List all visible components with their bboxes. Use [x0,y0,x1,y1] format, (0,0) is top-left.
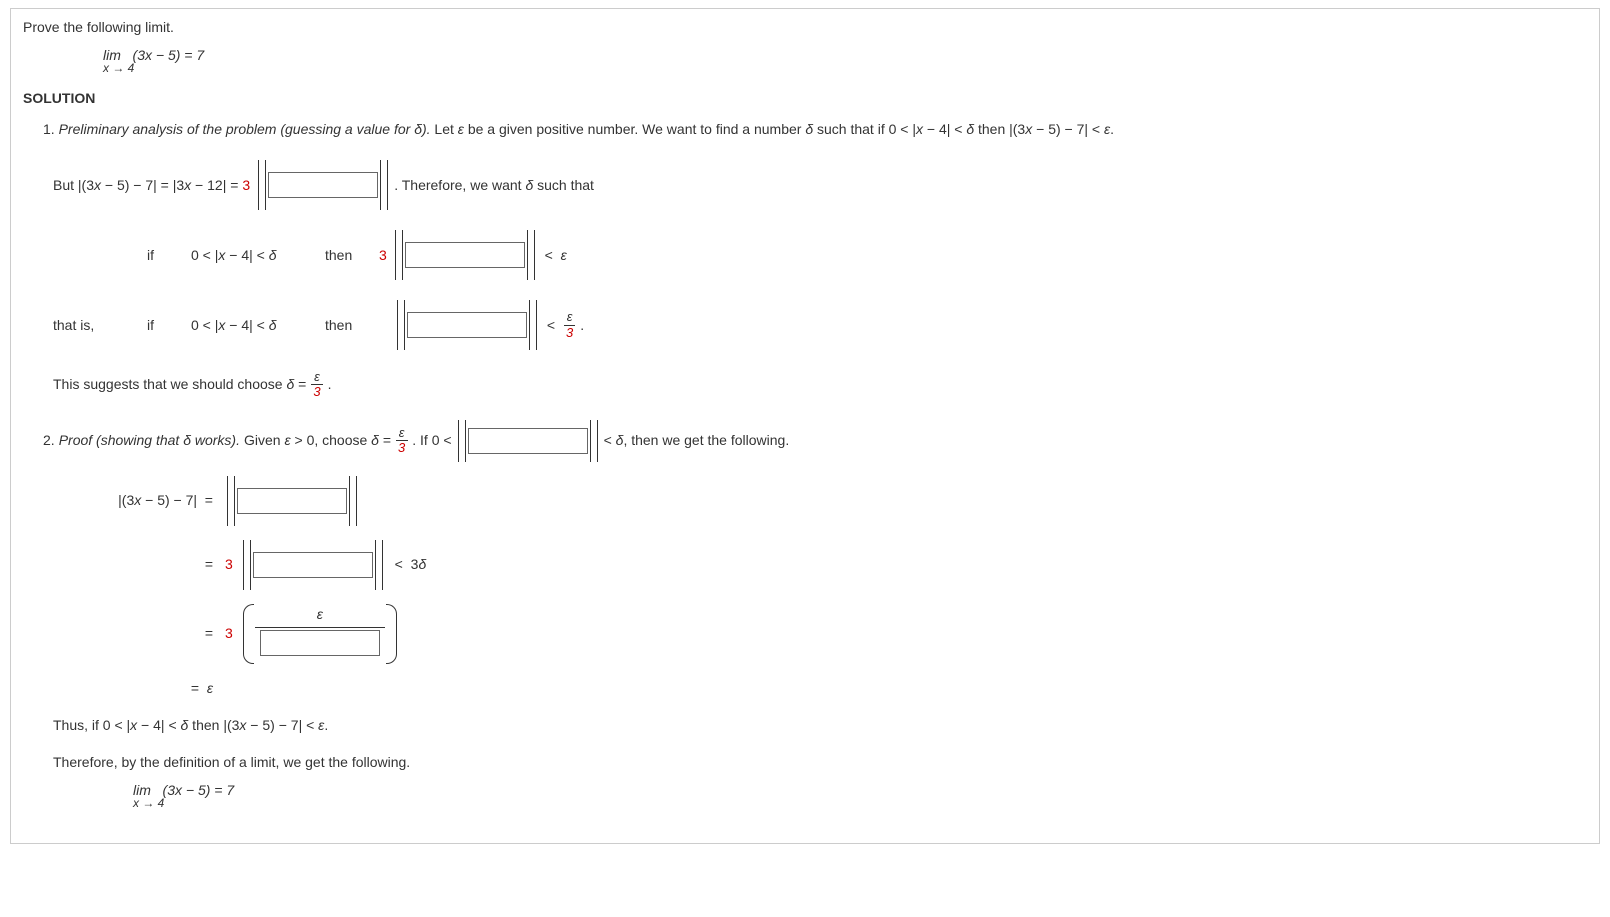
step-1-text-a: Let ε be a given positive number. We wan… [434,121,1114,137]
then-label-1: then [325,245,375,266]
abs-bar-right-4 [590,420,598,462]
step-2-text-a: Given ε > 0, choose δ = [244,430,391,451]
lt-label: < [543,315,559,336]
lt-eps: < ε [541,245,567,266]
paren-frac: ε [241,604,399,664]
step-1-suggest: This suggests that we should choose δ = … [53,370,1587,400]
answer-input-2[interactable] [405,242,525,268]
cond-1: 0 < |x − 4| < δ [191,245,321,266]
frac-top-eps: ε [317,604,323,627]
proof-chain: |(3x − 5) − 7| = = 3 < 3δ = 3 [53,476,1587,699]
step-2-label: 2. [43,430,55,451]
coef-3-c: 3 [225,554,233,575]
abs-bar-right-5 [349,476,357,526]
step-1: 1. Preliminary analysis of the problem (… [43,119,1587,140]
answer-input-5[interactable] [237,488,347,514]
therefore-line: Therefore, by the definition of a limit,… [53,752,1587,773]
frac-eps-over-input: ε [255,604,385,664]
abs-input-6 [241,540,385,590]
abs-bar-right-2 [527,230,535,280]
abs-bar-right [380,160,388,210]
step-2: 2. Proof (showing that δ works). Given ε… [43,420,1587,462]
coef-3-d: 3 [225,623,233,644]
problem-prompt: Prove the following limit. [23,17,1587,38]
paren-left [241,604,255,664]
answer-input-3[interactable] [407,312,527,338]
abs-input-1 [256,160,390,210]
step-2-heading: Proof (showing that δ works). [59,430,240,451]
answer-input-7[interactable] [260,630,380,656]
step-2-text-c: < δ, then we get the following. [604,430,790,451]
abs-bar-right-6 [375,540,383,590]
proof-row-4: = ε [53,678,1587,699]
answer-input-1[interactable] [268,172,378,198]
lhs: |(3x − 5) − 7| = [53,490,219,511]
frac-num-b: ε [311,370,323,385]
proof-row-3: = 3 ε [53,604,1587,664]
period-1: . [580,315,584,336]
step-1-if-row-2: that is, if 0 < |x − 4| < δ then < ε 3 . [53,300,1587,350]
eps-over-3-a: ε 3 [563,310,576,340]
limit-approach-final: x → 4 [133,797,1587,809]
abs-input-4 [456,420,600,462]
limit-statement: lim (3x − 5) = 7 x → 4 [103,48,1587,74]
problem-container: Prove the following limit. lim (3x − 5) … [10,8,1600,844]
paren-right [385,604,399,664]
coef-3-a: 3 [242,175,250,196]
if-label-1: if [147,245,187,266]
step-1-but-row: But |(3x − 5) − 7| = |3x − 12| = 3 . The… [53,160,1587,210]
abs-input-2 [393,230,537,280]
abs-bar-left-6 [243,540,251,590]
frac-num-c: ε [396,426,408,441]
step-1-label: 1. [43,121,59,137]
eq-3: = [53,623,219,644]
proof-row-2: = 3 < 3δ [53,540,1587,590]
abs-input-5 [225,476,359,526]
eq-2: = [53,554,219,575]
answer-input-6[interactable] [253,552,373,578]
limit-approach: x → 4 [103,62,1587,74]
step-1-if-row-1: if 0 < |x − 4| < δ then 3 < ε [53,230,1587,280]
if-label-2: if [147,315,187,336]
abs-bar-left-2 [395,230,403,280]
thus-line: Thus, if 0 < |x − 4| < δ then |(3x − 5) … [53,715,1587,736]
then-label-2: then [325,315,375,336]
limit-statement-final: lim (3x − 5) = 7 x → 4 [133,783,1587,809]
eps-over-3-c: ε 3 [395,426,408,456]
limit-expression-final: lim (3x − 5) = 7 [133,783,1587,797]
after-abs-text: . Therefore, we want δ such that [394,175,594,196]
abs-bar-left-5 [227,476,235,526]
suggest-text: This suggests that we should choose δ = [53,374,306,395]
answer-input-4[interactable] [468,428,588,454]
limit-expression: lim (3x − 5) = 7 [103,48,1587,62]
proof-row-1: |(3x − 5) − 7| = [53,476,1587,526]
frac-den-c: 3 [395,441,408,455]
cond-2: 0 < |x − 4| < δ [191,315,321,336]
abs-bar-left-4 [458,420,466,462]
solution-heading: SOLUTION [23,88,1587,109]
that-is-label: that is, [53,315,143,336]
abs-input-3 [395,300,539,350]
eq-4: = ε [53,678,213,699]
eps-over-3-b: ε 3 [310,370,323,400]
abs-bar-left [258,160,266,210]
abs-bar-right-3 [529,300,537,350]
step-2-text-b: . If 0 < [412,430,451,451]
frac-den-b: 3 [310,385,323,399]
frac-bot-input [260,628,380,656]
period-2: . [328,374,332,395]
step-1-heading: Preliminary analysis of the problem (gue… [59,121,431,137]
abs-bar-left-3 [397,300,405,350]
frac-num: ε [564,310,576,325]
frac-den: 3 [563,326,576,340]
lt-3delta: < 3δ [391,554,426,575]
coef-3-b: 3 [379,245,387,266]
but-text: But |(3x − 5) − 7| = |3x − 12| = [53,175,238,196]
